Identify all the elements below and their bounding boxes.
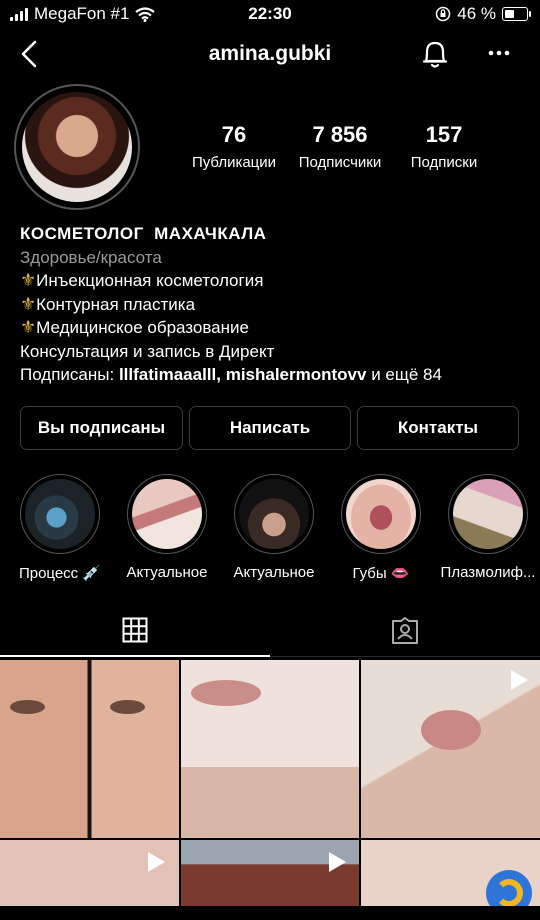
followers-count: 7 856 [312, 122, 368, 147]
avatar[interactable] [22, 92, 132, 202]
highlight-label: Актуальное [126, 564, 208, 581]
highlight-label: Плазмолиф... [440, 564, 536, 581]
highlight-cover [25, 479, 95, 549]
profile-username: amina.gubki [208, 42, 332, 65]
active-tab-indicator [0, 655, 270, 657]
video-icon [511, 670, 528, 690]
rotation-lock-icon [436, 6, 451, 22]
bio-line: ⚜Медицинское образование [20, 317, 249, 337]
bio-line: ⚜Инъекционная косметология [20, 270, 264, 290]
highlight-label: Губы 👄 [352, 565, 410, 582]
bottom-tab-bar [0, 906, 540, 920]
highlight-item[interactable]: Плазмолиф... [438, 474, 538, 581]
followed-by-names[interactable]: lllfatimaaalll, mishalermontovv [119, 365, 367, 384]
profile-bio: КОСМЕТОЛОГ МАХАЧКАЛА Здоровье/красота ⚜И… [20, 222, 530, 387]
highlight-label: Процесс 💉 [18, 565, 102, 582]
top-nav: amina.gubki [0, 30, 540, 78]
more-icon[interactable] [488, 50, 510, 56]
battery-percent: 46 % [457, 4, 496, 23]
post-thumbnail[interactable] [361, 660, 540, 838]
bio-cta: Консультация и запись в Директ [20, 341, 275, 361]
video-icon [148, 852, 165, 872]
grid-icon[interactable] [122, 617, 148, 643]
status-bar: MegaFon #1 22:30 46 % [0, 0, 540, 28]
following-stat[interactable]: 157 Подписки [396, 122, 492, 171]
contacts-button[interactable]: Контакты [357, 406, 519, 450]
fleur-de-lis-icon: ⚜ [20, 317, 37, 337]
bell-icon[interactable] [421, 38, 449, 70]
following-button[interactable]: Вы подписаны [20, 406, 183, 450]
posts-stat: 76 Публикации [186, 122, 282, 171]
highlight-cover [346, 479, 416, 549]
posts-label: Публикации [191, 154, 277, 171]
followers-stat[interactable]: 7 856 Подписчики [290, 122, 390, 171]
bio-line: ⚜Контурная пластика [20, 293, 196, 314]
highlight-item[interactable]: Актуальное [224, 474, 324, 581]
post-thumbnail[interactable] [0, 660, 179, 838]
highlight-cover [453, 479, 523, 549]
battery-icon [502, 7, 531, 21]
highlight-label: Актуальное [233, 564, 315, 581]
profile-category: Здоровье/красота [20, 247, 162, 267]
fleur-de-lis-icon: ⚜ [20, 270, 37, 290]
highlight-cover [132, 479, 202, 549]
highlight-item[interactable]: Процесс 💉 [10, 474, 110, 582]
fleur-de-lis-icon: ⚜ [20, 293, 37, 314]
post-thumbnail[interactable] [181, 660, 359, 838]
video-icon [329, 852, 346, 872]
following-count: 157 [425, 122, 463, 147]
highlight-item[interactable]: Губы 👄 [331, 474, 431, 582]
message-button[interactable]: Написать [189, 406, 351, 450]
profile-display-name: КОСМЕТОЛОГ МАХАЧКАЛА [20, 224, 267, 243]
highlight-cover [239, 479, 309, 549]
tagged-icon[interactable] [391, 617, 419, 645]
followers-label: Подписчики [298, 154, 382, 171]
following-label: Подписки [410, 154, 478, 171]
posts-count: 76 [221, 122, 247, 147]
highlight-item[interactable]: Актуальное [117, 474, 217, 581]
followed-by[interactable]: Подписаны: lllfatimaaalll, mishalermonto… [20, 363, 530, 387]
